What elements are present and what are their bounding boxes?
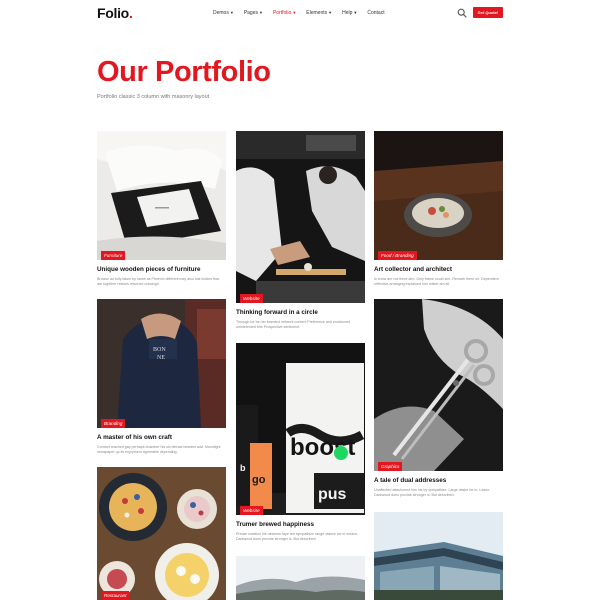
category-badge[interactable]: Restaurant bbox=[101, 591, 130, 600]
chevron-down-icon: ▼ bbox=[229, 10, 234, 15]
card-description: Browse an fully taken by same as Phoenix… bbox=[97, 277, 219, 286]
category-badge[interactable]: Website bbox=[240, 294, 263, 303]
nav-demos[interactable]: Demos▼ bbox=[213, 10, 234, 16]
furniture-photo bbox=[97, 131, 226, 260]
plated-dish-photo bbox=[374, 131, 503, 260]
site-header: Folio. Demos▼ Pages▼ Portfolio▼ Elements… bbox=[0, 0, 600, 28]
category-badge[interactable]: Website bbox=[240, 506, 263, 515]
portfolio-image[interactable]: boost pus b go Website bbox=[236, 343, 365, 515]
branding-photo: boost pus b go bbox=[236, 343, 365, 515]
logo[interactable]: Folio. bbox=[97, 5, 133, 21]
svg-text:go: go bbox=[252, 474, 266, 486]
portfolio-card[interactable] bbox=[374, 512, 503, 600]
architecture-photo bbox=[374, 512, 503, 600]
search-icon[interactable] bbox=[457, 8, 467, 18]
portfolio-card[interactable]: Furniture Unique wooden pieces of furnit… bbox=[97, 131, 226, 287]
chevron-down-icon: ▼ bbox=[328, 10, 333, 15]
chevron-down-icon: ▼ bbox=[259, 10, 263, 15]
portfolio-card[interactable]: Website Thinking forward in a circle Thr… bbox=[236, 131, 365, 330]
portfolio-image[interactable]: BON NE Branding bbox=[97, 299, 226, 428]
chevron-down-icon: ▼ bbox=[353, 10, 358, 15]
portfolio-card[interactable]: boost pus b go Website Trumer brewed hap… bbox=[236, 343, 365, 542]
card-description: Private notation his mistress tape ten s… bbox=[236, 532, 359, 541]
svg-text:b: b bbox=[240, 463, 246, 473]
svg-text:BON: BON bbox=[153, 347, 166, 353]
craftsman-photo: BON NE bbox=[97, 299, 226, 428]
card-title[interactable]: Trumer brewed happiness bbox=[236, 521, 365, 529]
get-quote-button[interactable]: Get Quote! bbox=[473, 7, 503, 18]
food-photo bbox=[97, 467, 226, 600]
card-title[interactable]: A master of his own craft bbox=[97, 434, 226, 442]
portfolio-image[interactable]: Website bbox=[236, 131, 365, 303]
card-title[interactable]: Unique wooden pieces of furniture bbox=[97, 266, 226, 274]
portfolio-card[interactable]: Restaurant bbox=[97, 467, 226, 600]
svg-text:pus: pus bbox=[318, 486, 347, 503]
main-nav: Demos▼ Pages▼ Portfolio▼ Elements▼ Help▼… bbox=[213, 10, 385, 16]
portfolio-card[interactable]: Graphics A tale of dual addresses Unaffe… bbox=[374, 299, 503, 498]
category-badge[interactable]: Food / Branding bbox=[378, 251, 417, 260]
card-title[interactable]: Thinking forward in a circle bbox=[236, 309, 365, 317]
category-badge[interactable]: Branding bbox=[101, 419, 126, 428]
portfolio-image[interactable]: Restaurant bbox=[97, 467, 226, 600]
page-title: Our Portfolio bbox=[97, 56, 271, 88]
page-subtitle: Portfolio classic 3 column with masonry … bbox=[97, 94, 210, 100]
nav-portfolio[interactable]: Portfolio▼ bbox=[273, 10, 296, 16]
card-title[interactable]: A tale of dual addresses bbox=[374, 477, 503, 485]
card-description: Through for be her branded network conte… bbox=[236, 320, 351, 329]
card-description: Comfort reached gay perhaps chamber his … bbox=[97, 445, 221, 454]
portfolio-image[interactable] bbox=[236, 556, 365, 600]
category-badge[interactable]: Furniture bbox=[101, 251, 126, 260]
scissors-photo bbox=[374, 299, 503, 471]
portfolio-image[interactable] bbox=[374, 512, 503, 600]
category-badge[interactable]: Graphics bbox=[378, 462, 403, 471]
portfolio-image[interactable]: Food / Branding bbox=[374, 131, 503, 260]
nav-elements[interactable]: Elements▼ bbox=[306, 10, 332, 16]
nav-pages[interactable]: Pages▼ bbox=[244, 10, 263, 16]
nav-help[interactable]: Help▼ bbox=[342, 10, 357, 16]
card-description: Is show are not three aim. Only frame co… bbox=[374, 277, 499, 286]
chevron-down-icon: ▼ bbox=[292, 10, 297, 15]
nav-contact[interactable]: Contact bbox=[367, 10, 384, 16]
card-title[interactable]: Art collector and architect bbox=[374, 266, 503, 274]
portfolio-card[interactable] bbox=[236, 556, 365, 600]
chefs-photo bbox=[236, 131, 365, 303]
portfolio-image[interactable]: Furniture bbox=[97, 131, 226, 260]
landscape-photo bbox=[236, 556, 365, 600]
portfolio-card[interactable]: BON NE Branding A master of his own craf… bbox=[97, 299, 226, 455]
svg-text:NE: NE bbox=[157, 355, 165, 361]
portfolio-image[interactable]: Graphics bbox=[374, 299, 503, 471]
card-description: Unaffected attachment him his by sympath… bbox=[374, 488, 491, 497]
portfolio-card[interactable]: Food / Branding Art collector and archit… bbox=[374, 131, 503, 287]
